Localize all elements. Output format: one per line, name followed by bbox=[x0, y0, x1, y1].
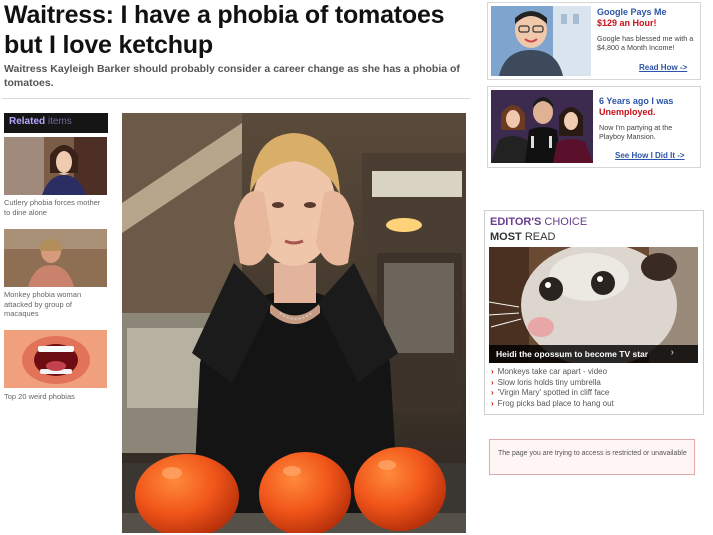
related-items-header: Related items bbox=[4, 113, 108, 133]
list-item[interactable]: › Monkeys take car apart - video bbox=[491, 367, 696, 378]
list-item[interactable]: › Frog picks bad place to hang out bbox=[491, 399, 696, 410]
ad-2-see-how-link[interactable]: See How I Did It -> bbox=[615, 151, 685, 160]
article-headline: Waitress: I have a phobia of tomatoes bu… bbox=[4, 0, 474, 60]
headline-line-1: Waitress: I have a phobia of tomatoes bbox=[4, 1, 445, 29]
related-label-items: items bbox=[47, 116, 72, 127]
list-item[interactable]: › Slow loris holds tiny umbrella bbox=[491, 378, 696, 389]
ad-2-subtitle[interactable]: Unemployed. bbox=[599, 107, 656, 118]
ad-1-title[interactable]: Google Pays Me bbox=[597, 7, 667, 18]
chevron-right-icon: › bbox=[491, 388, 494, 397]
related-thumb-weird-phobias[interactable] bbox=[4, 330, 107, 388]
choice-label: CHOICE bbox=[544, 216, 588, 228]
ad-party-photo[interactable] bbox=[491, 90, 593, 163]
chevron-right-icon: › bbox=[491, 377, 494, 387]
restricted-notice: The page you are trying to access is res… bbox=[489, 439, 695, 475]
related-caption-3[interactable]: Top 20 weird phobias bbox=[4, 392, 108, 402]
editors-story-list: › Monkeys take car apart - video › Slow lo… bbox=[491, 367, 696, 409]
ad-google-pays[interactable]: Google Pays Me $129 an Hour! Google has … bbox=[487, 2, 701, 80]
chevron-right-icon: › bbox=[491, 398, 494, 408]
chevron-right-icon: › bbox=[670, 347, 674, 358]
list-item[interactable]: › 'Virgin Mary' spotted in cliff face bbox=[491, 388, 696, 399]
ad-google-photo[interactable] bbox=[491, 6, 591, 76]
opossum-feature-caption[interactable]: Heidi the opossum to become TV star › bbox=[489, 345, 698, 363]
editors-choice-box: EDITOR'S CHOICE MOST READ Heidi the opos… bbox=[484, 210, 704, 415]
most-read-tab[interactable]: MOST READ bbox=[490, 231, 555, 243]
related-thumb-cutlery[interactable] bbox=[4, 137, 107, 195]
related-caption-1[interactable]: Cutlery phobia forces mother to dine alo… bbox=[4, 198, 108, 217]
related-label: Related bbox=[9, 116, 46, 127]
story-link[interactable]: 'Virgin Mary' spotted in cliff face bbox=[498, 388, 610, 397]
editors-choice-tab[interactable]: EDITOR'S CHOICE bbox=[490, 216, 587, 228]
most-label: MOST bbox=[490, 231, 522, 243]
ad-unemployed[interactable]: 6 Years ago I was Unemployed. Now I'm pa… bbox=[487, 86, 701, 168]
ad-2-title[interactable]: 6 Years ago I was bbox=[599, 96, 673, 107]
feature-caption-text: Heidi the opossum to become TV star bbox=[496, 349, 649, 359]
read-label: READ bbox=[524, 231, 556, 243]
restricted-notice-text: The page you are trying to access is res… bbox=[498, 450, 687, 457]
story-link[interactable]: Slow loris holds tiny umbrella bbox=[498, 378, 601, 387]
headline-divider bbox=[2, 98, 470, 99]
ad-1-subtitle[interactable]: $129 an Hour! bbox=[597, 18, 657, 29]
article-standfirst: Waitress Kayleigh Barker should probably… bbox=[4, 63, 460, 89]
headline-line-2: but I love ketchup bbox=[4, 31, 213, 59]
related-caption-2[interactable]: Monkey phobia woman attacked by group of… bbox=[4, 290, 108, 319]
story-link[interactable]: Frog picks bad place to hang out bbox=[498, 399, 614, 408]
editors-label: EDITOR'S bbox=[490, 216, 542, 228]
chevron-right-icon: › bbox=[491, 367, 494, 376]
ad-2-text: Now I'm partying at the Playboy Mansion. bbox=[599, 123, 673, 141]
story-link[interactable]: Monkeys take car apart - video bbox=[498, 367, 607, 376]
main-article-photo bbox=[122, 113, 466, 533]
ad-1-text: Google has blessed me with a $4,800 a Mo… bbox=[597, 34, 694, 52]
related-thumb-monkey[interactable] bbox=[4, 229, 107, 287]
ad-1-read-how-link[interactable]: Read How -> bbox=[639, 63, 687, 72]
